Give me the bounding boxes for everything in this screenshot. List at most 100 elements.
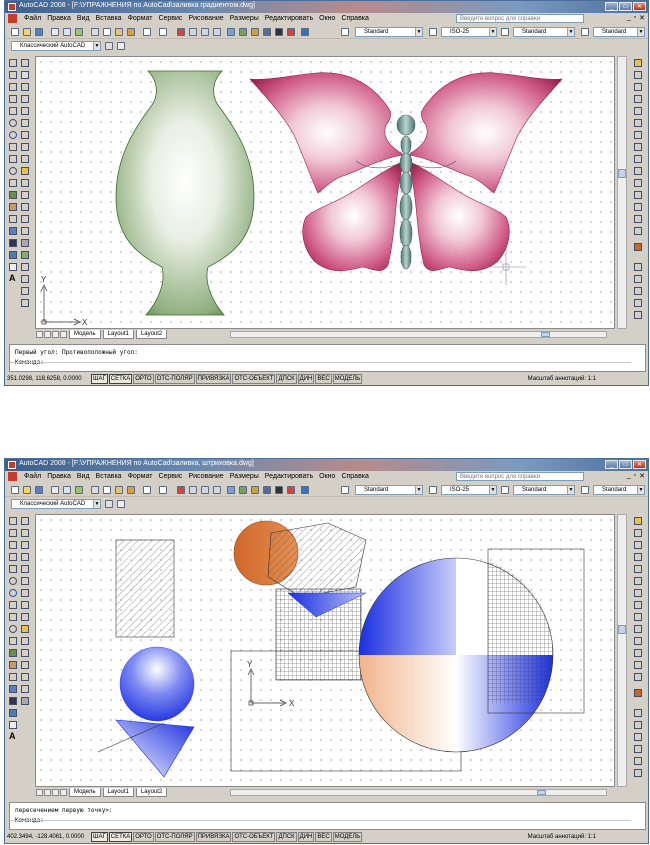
break-icon[interactable] <box>21 203 29 211</box>
dim-ordinate-icon[interactable] <box>634 745 642 753</box>
doc-minimize-icon[interactable]: _ <box>627 472 631 480</box>
horizontal-scrollbar[interactable] <box>230 789 607 796</box>
menu-insert[interactable]: Вставка <box>93 471 125 482</box>
dim-aligned-icon[interactable] <box>634 275 642 283</box>
menu-edit[interactable]: Правка <box>44 471 74 482</box>
osnap-endpoint-icon[interactable] <box>634 517 642 525</box>
make-block-icon[interactable] <box>9 661 17 669</box>
menu-help[interactable]: Справка <box>338 13 371 24</box>
grid-toggle[interactable]: СЕТКА <box>108 832 133 842</box>
dim-angular-icon[interactable] <box>21 275 29 283</box>
undo-icon[interactable] <box>143 28 151 36</box>
polyline-icon[interactable] <box>9 541 17 549</box>
mirror-icon[interactable] <box>21 541 29 549</box>
spline-icon[interactable] <box>9 155 17 163</box>
tab-layout1[interactable]: Layout1 <box>102 788 134 797</box>
hatch-icon[interactable] <box>9 227 17 235</box>
dyn-toggle[interactable]: ДИН <box>297 374 315 384</box>
tool-palettes-icon[interactable] <box>251 486 259 494</box>
cut-icon[interactable] <box>91 486 99 494</box>
osnap-center-icon[interactable] <box>634 577 642 585</box>
calculator-icon[interactable] <box>287 486 295 494</box>
vase-gradient-shape[interactable] <box>115 70 255 316</box>
maximize-button[interactable]: □ <box>619 2 632 11</box>
menu-file[interactable]: Файл <box>21 471 44 482</box>
annotation-scale[interactable]: Масштаб аннотаций: 1:1 <box>528 834 596 840</box>
extend-icon[interactable] <box>21 191 29 199</box>
zoom-window-icon[interactable] <box>201 486 209 494</box>
sheet-set-icon[interactable] <box>263 28 271 36</box>
hatched-rectangle[interactable] <box>115 539 175 638</box>
region-icon[interactable] <box>9 709 17 717</box>
osnap-insert-icon[interactable] <box>634 637 642 645</box>
new-icon[interactable] <box>11 28 19 36</box>
title-bar[interactable]: AutoCAD 2008 - [F:\УПРАЖНЕНИЯ по AutoCad… <box>5 1 648 13</box>
tab-layout2[interactable]: Layout2 <box>135 788 168 797</box>
doc-restore-icon[interactable]: ▫ <box>634 14 636 22</box>
save-icon[interactable] <box>35 486 43 494</box>
vertical-scrollbar[interactable] <box>617 514 627 787</box>
construction-line-icon[interactable] <box>9 529 17 537</box>
menu-view[interactable]: Вид <box>74 471 93 482</box>
trim-icon[interactable] <box>21 179 29 187</box>
polar-toggle[interactable]: ОТС-ПОЛЯР <box>154 374 195 384</box>
menu-format[interactable]: Формат <box>125 471 156 482</box>
menu-help[interactable]: Справка <box>338 471 371 482</box>
zoom-realtime-icon[interactable] <box>189 28 197 36</box>
document-icon[interactable] <box>8 14 17 23</box>
scale-icon[interactable] <box>21 155 29 163</box>
table-style-select[interactable]: Standard ▼ <box>513 485 575 495</box>
zoom-previous-icon[interactable] <box>213 486 221 494</box>
command-prompt[interactable]: Команда: <box>15 358 645 368</box>
multileader-style-select[interactable]: Standard ▼ <box>593 485 645 495</box>
doc-close-icon[interactable]: ✕ <box>639 14 645 22</box>
paste-icon[interactable] <box>115 486 123 494</box>
ducs-toggle[interactable]: ДПСК <box>276 832 297 842</box>
print-icon[interactable] <box>51 486 59 494</box>
multileader-style-select[interactable]: Standard ▼ <box>593 27 645 37</box>
minimize-button[interactable]: _ <box>605 460 618 469</box>
leader-icon[interactable] <box>21 287 29 295</box>
table-icon[interactable] <box>9 263 17 271</box>
model-toggle[interactable]: МОДЕЛЬ <box>332 832 363 842</box>
tab-model[interactable]: Модель <box>69 330 101 339</box>
calculator-icon[interactable] <box>287 28 295 36</box>
rectangle-icon[interactable] <box>9 565 17 573</box>
menu-file[interactable]: Файл <box>21 13 44 24</box>
revision-cloud-icon[interactable] <box>9 143 17 151</box>
grid-toggle[interactable]: СЕТКА <box>108 374 133 384</box>
osnap-nearest-icon[interactable] <box>634 661 642 669</box>
paste-icon[interactable] <box>115 28 123 36</box>
osnap-quadrant-icon[interactable] <box>634 131 642 139</box>
erase-icon[interactable] <box>21 71 29 79</box>
stretch-icon[interactable] <box>21 613 29 621</box>
butterfly-body[interactable] <box>396 114 416 270</box>
dim-style-select[interactable]: ISO-25 ▼ <box>441 27 497 37</box>
explode-icon[interactable] <box>21 697 29 705</box>
osnap-temp-icon[interactable] <box>634 689 642 697</box>
print-icon[interactable] <box>51 28 59 36</box>
arc-icon[interactable] <box>9 577 17 585</box>
text-style-select[interactable]: Standard ▼ <box>355 27 423 37</box>
workspace-select[interactable]: Классический AutoCAD ▼ <box>11 41 101 51</box>
workspace-select[interactable]: Классический AutoCAD ▼ <box>11 499 101 509</box>
redo-icon[interactable] <box>159 486 167 494</box>
osnap-quadrant-icon[interactable] <box>634 589 642 597</box>
open-icon[interactable] <box>23 486 31 494</box>
hatch-icon[interactable] <box>9 685 17 693</box>
multiline-text-icon[interactable]: A <box>9 731 16 741</box>
drawing-area[interactable]: Y X <box>35 56 615 329</box>
horizontal-scroll-thumb[interactable] <box>537 790 546 795</box>
cut-icon[interactable] <box>91 28 99 36</box>
menu-insert[interactable]: Вставка <box>93 13 125 24</box>
redo-icon[interactable] <box>159 28 167 36</box>
dim-radius-icon[interactable] <box>634 311 642 319</box>
osnap-apparent-icon[interactable] <box>634 95 642 103</box>
osnap-extension-icon[interactable] <box>634 565 642 573</box>
polygon-icon[interactable] <box>9 553 17 561</box>
tab-layout2[interactable]: Layout2 <box>135 330 168 339</box>
zoom-window-icon[interactable] <box>201 28 209 36</box>
point-icon[interactable] <box>9 215 17 223</box>
workspace-settings-icon[interactable] <box>105 500 113 508</box>
doc-restore-icon[interactable]: ▫ <box>634 472 636 480</box>
